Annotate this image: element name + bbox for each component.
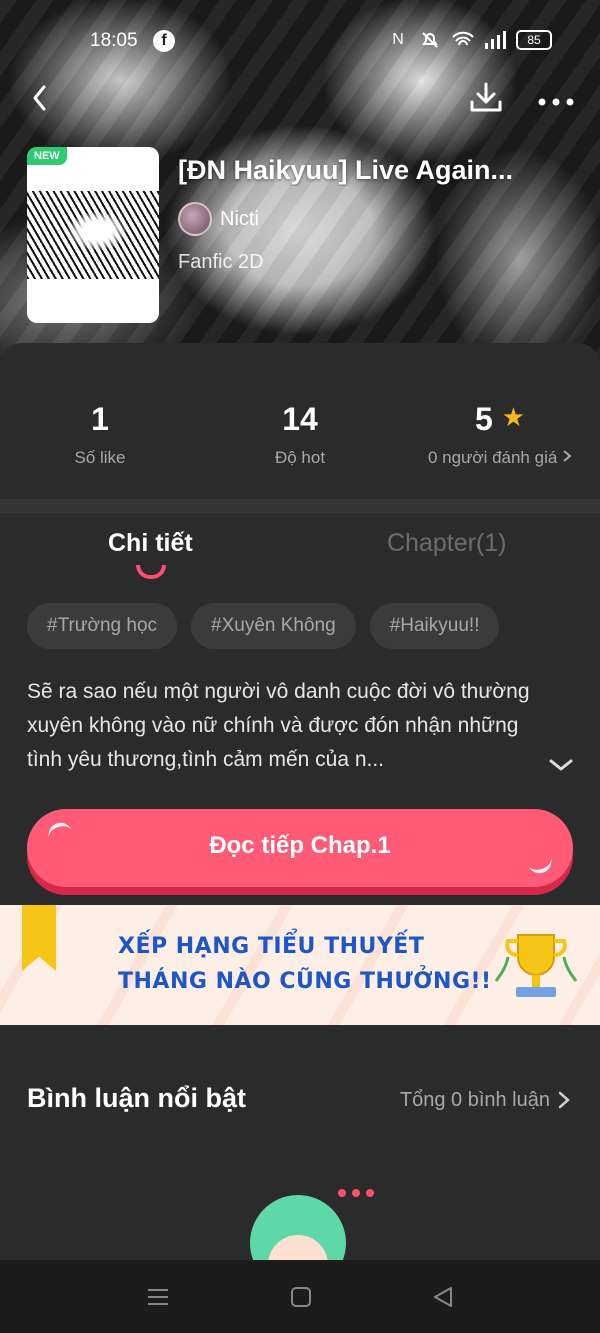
chevron-left-icon	[33, 85, 46, 111]
tag-chip[interactable]: #Haikyuu!!	[369, 603, 500, 649]
mascot-illustration	[250, 1195, 346, 1260]
home-icon[interactable]	[288, 1284, 314, 1310]
author-name[interactable]: Nicti	[220, 208, 259, 231]
stat-likes: 1 Số like	[50, 401, 150, 468]
status-bar: 18:05 f N 85	[0, 24, 600, 58]
dot	[366, 1189, 374, 1197]
download-button[interactable]	[466, 76, 506, 116]
continue-reading-button[interactable]: Đọc tiếp Chap.1	[27, 809, 573, 887]
tag-list: #Trường học #Xuyên Không #Haikyuu!!	[27, 603, 500, 649]
chevron-down-icon	[549, 759, 573, 771]
back-button[interactable]	[22, 76, 62, 116]
active-tab-indicator	[136, 565, 166, 579]
system-navigation-bar	[0, 1260, 600, 1333]
novel-genre: Fanfic 2D	[178, 251, 264, 273]
tab-chapter[interactable]: Chapter(1)	[387, 529, 507, 558]
mascot-face	[268, 1235, 328, 1260]
more-horizontal-icon	[538, 98, 574, 106]
status-icons: N 85	[388, 30, 552, 50]
tab-bar: Chi tiết Chapter(1)	[0, 513, 600, 585]
novel-title: [ĐN Haikyuu] Live Again...	[178, 155, 514, 185]
status-time: 18:05	[90, 30, 138, 51]
banner-line-2: THÁNG NÀO CŨNG THƯỞNG!!	[118, 969, 492, 994]
synopsis-text: Sẽ ra sao nếu một người vô danh cuộc đời…	[27, 680, 530, 771]
typing-dots-icon	[338, 1189, 374, 1197]
stats-panel: 1 Số like 14 Độ hot 5 ★ 0 người đánh giá	[0, 343, 600, 499]
chevron-right-icon	[563, 450, 572, 462]
tab-detail[interactable]: Chi tiết	[108, 529, 193, 558]
top-navigation	[0, 72, 600, 122]
cover-artwork	[27, 191, 159, 279]
mute-icon	[420, 30, 440, 50]
trophy-icon	[494, 934, 578, 997]
novel-cover[interactable]: NEW	[27, 147, 159, 323]
detail-content: #Trường học #Xuyên Không #Haikyuu!! Sẽ r…	[0, 585, 600, 905]
likes-label: Số like	[74, 448, 126, 467]
new-badge: NEW	[27, 147, 67, 165]
stat-hot: 14 Độ hot	[250, 401, 350, 468]
tag-chip[interactable]: #Xuyên Không	[191, 603, 356, 649]
recent-apps-icon[interactable]	[145, 1284, 171, 1310]
rating-label-row: 0 người đánh giá	[420, 448, 580, 468]
author-avatar[interactable]	[178, 202, 212, 236]
comments-section: Bình luận nổi bật Tổng 0 bình luận	[0, 1025, 600, 1260]
banner-line-1: XẾP HẠNG TIỂU THUYẾT	[118, 934, 425, 959]
signal-icon	[484, 30, 506, 50]
rating-value: 5	[475, 401, 493, 437]
rating-count-label: 0 người đánh giá	[427, 448, 558, 467]
expand-synopsis-button[interactable]	[547, 755, 575, 775]
comments-title: Bình luận nổi bật	[27, 1083, 246, 1113]
battery-icon: 85	[516, 30, 552, 50]
wifi-icon	[452, 30, 474, 50]
back-triangle-icon[interactable]	[430, 1284, 456, 1310]
dot	[352, 1189, 360, 1197]
stat-rating[interactable]: 5 ★ 0 người đánh giá	[420, 401, 580, 468]
rating-value-row: 5 ★	[420, 401, 580, 438]
likes-value: 1	[91, 401, 109, 437]
dot	[338, 1189, 346, 1197]
bookmark-ribbon-icon	[22, 905, 56, 971]
facebook-notification-icon: f	[153, 30, 175, 52]
section-divider	[0, 499, 600, 513]
nfc-icon: N	[392, 31, 404, 48]
download-icon	[470, 82, 502, 112]
hot-value: 14	[282, 401, 318, 437]
hot-label: Độ hot	[274, 448, 326, 467]
comments-count[interactable]: Tổng 0 bình luận	[400, 1089, 550, 1112]
more-options-button[interactable]	[536, 76, 576, 116]
author-row[interactable]: Nicti	[178, 202, 259, 236]
star-icon: ★	[501, 402, 525, 432]
chevron-right-icon[interactable]	[556, 1089, 572, 1111]
ranking-banner[interactable]: XẾP HẠNG TIỂU THUYẾT THÁNG NÀO CŨNG THƯỞ…	[0, 905, 600, 1025]
tag-chip[interactable]: #Trường học	[27, 603, 178, 649]
